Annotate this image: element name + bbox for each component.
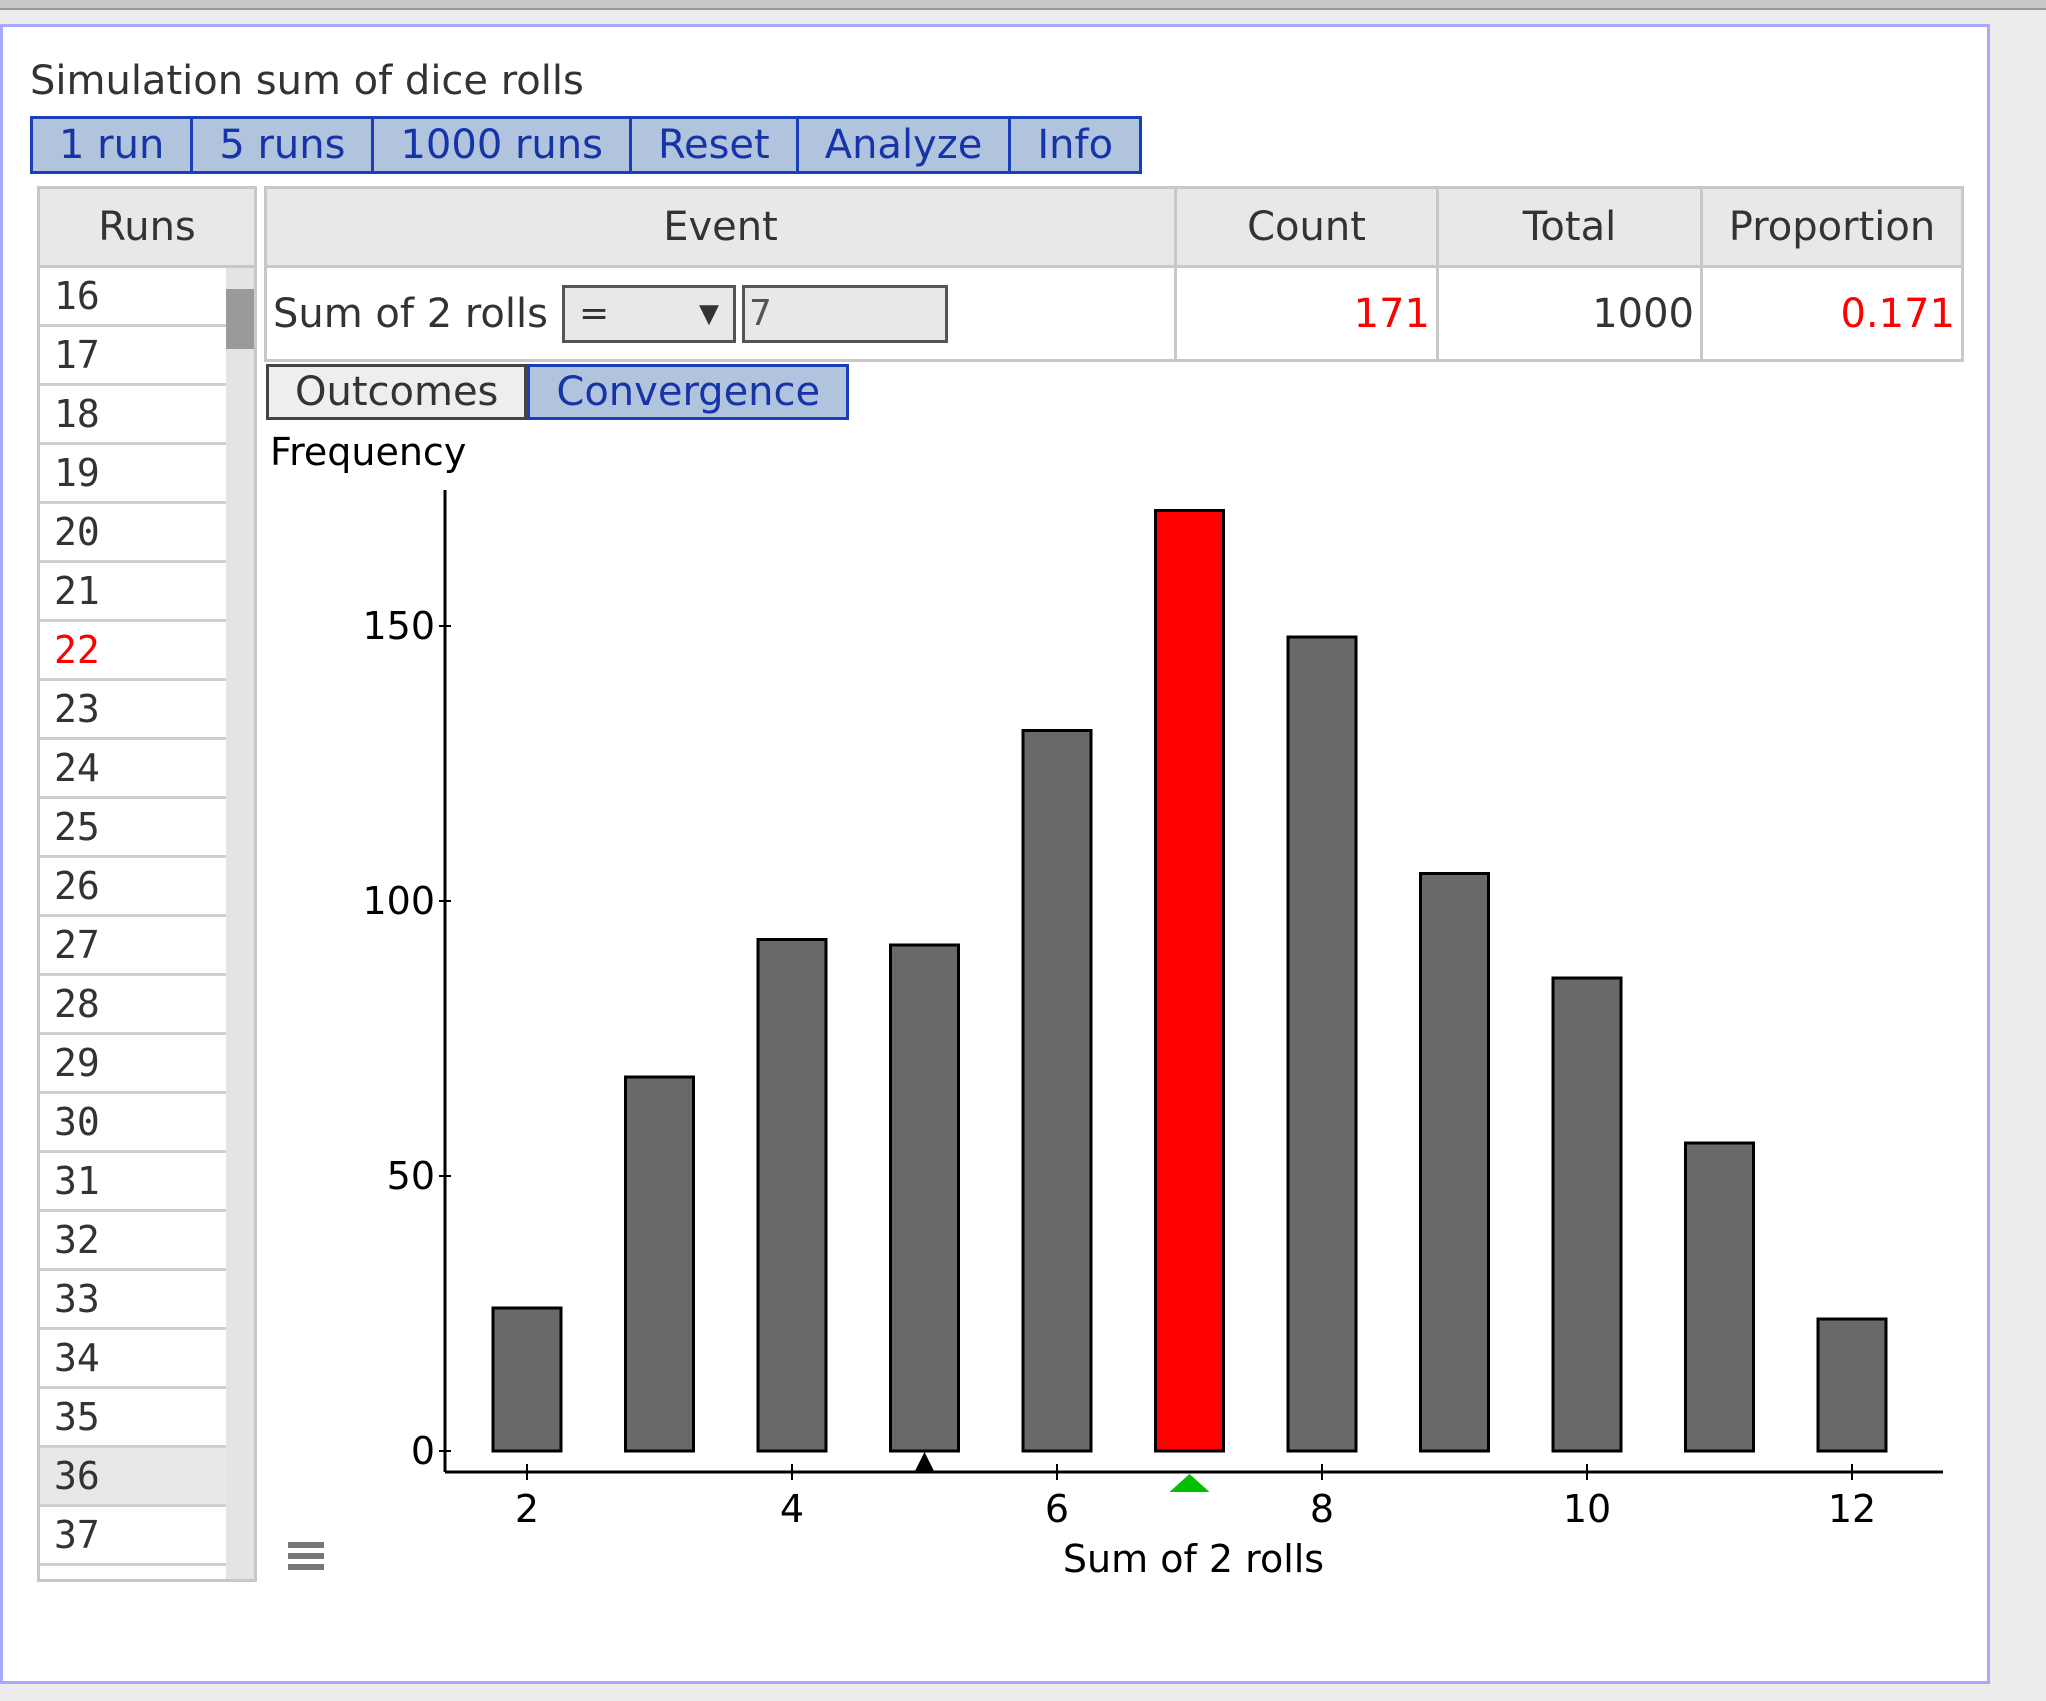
x-axis-label: Sum of 2 rolls xyxy=(1063,1537,1324,1581)
bar xyxy=(491,1306,563,1453)
bar xyxy=(1021,729,1093,1453)
bar xyxy=(1551,976,1623,1453)
bar xyxy=(1816,1317,1888,1453)
bar xyxy=(1286,635,1358,1453)
y-tick-label: 0 xyxy=(411,1429,435,1473)
x-tick-label: 12 xyxy=(1828,1487,1876,1531)
bar-highlighted xyxy=(1154,509,1225,1453)
bar xyxy=(1419,872,1490,1453)
x-tick-label: 10 xyxy=(1563,1487,1611,1531)
y-tick-label: 150 xyxy=(362,604,435,648)
x-tick-label: 8 xyxy=(1310,1487,1334,1531)
frequency-bar-chart: 0 50 100 150 2 4 6 8 10 12 Sum of 2 rolls xyxy=(362,490,1943,1581)
event-marker-icon xyxy=(1169,1474,1210,1492)
x-tick-label: 2 xyxy=(515,1487,539,1531)
x-tick-label: 6 xyxy=(1045,1487,1069,1531)
x-tick-label: 4 xyxy=(780,1487,804,1531)
bar xyxy=(756,938,828,1453)
y-tick-label: 100 xyxy=(362,879,435,923)
bar xyxy=(889,943,960,1453)
menu-icon[interactable] xyxy=(288,1542,324,1572)
y-tick-label: 50 xyxy=(387,1154,435,1198)
bar xyxy=(1684,1141,1755,1453)
mean-marker-icon xyxy=(914,1452,935,1472)
bar xyxy=(624,1075,695,1453)
